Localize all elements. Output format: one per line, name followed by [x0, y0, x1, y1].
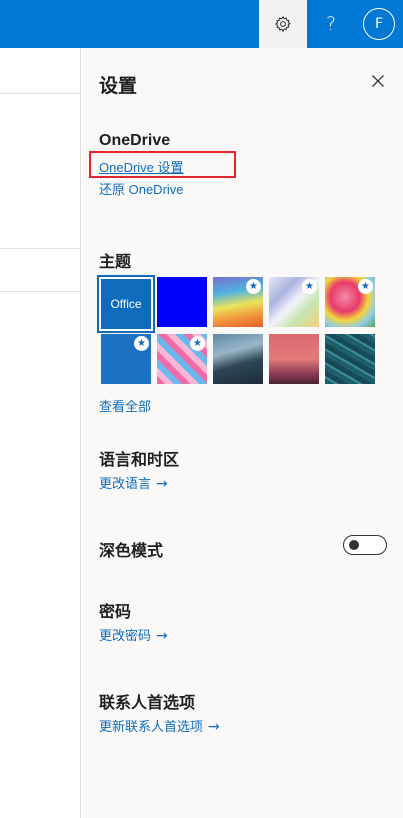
list-divider: [0, 93, 81, 94]
restore-onedrive-link[interactable]: 还原 OneDrive: [99, 179, 184, 198]
update-contacts-link[interactable]: 更新联系人首选项 →: [99, 716, 220, 735]
panel-title: 设置: [99, 76, 138, 97]
change-language-link[interactable]: 更改语言 →: [99, 473, 168, 492]
theme-section-title: 主题: [99, 254, 132, 271]
theme-pastel[interactable]: ★: [269, 277, 319, 327]
contacts-section-title: 联系人首选项: [99, 695, 196, 712]
change-language-label: 更改语言: [99, 476, 152, 491]
avatar: F: [363, 8, 395, 40]
update-contacts-label: 更新联系人首选项: [99, 719, 204, 734]
avatar-initial: F: [374, 16, 384, 32]
theme-mountain[interactable]: [213, 334, 263, 384]
help-button[interactable]: ?: [307, 0, 355, 48]
theme-grid: Office ★ ★ ★ ★ ★: [97, 275, 379, 387]
arrow-right-icon: →: [208, 719, 220, 735]
close-button[interactable]: [366, 69, 390, 93]
mail-list-pane: [0, 48, 81, 818]
close-icon: [372, 75, 384, 87]
settings-button[interactable]: [259, 0, 307, 48]
account-button[interactable]: F: [355, 0, 403, 48]
toggle-knob: [349, 540, 359, 550]
theme-circuit[interactable]: [325, 334, 375, 384]
star-icon: ★: [302, 279, 317, 294]
theme-office-label: Office: [110, 297, 142, 311]
star-icon: ★: [246, 279, 261, 294]
theme-office[interactable]: Office: [97, 275, 155, 333]
arrow-right-icon: →: [156, 628, 168, 644]
theme-unicorn[interactable]: ★: [325, 277, 375, 327]
dark-mode-section-title: 深色模式: [99, 543, 164, 560]
theme-blue[interactable]: [157, 277, 207, 327]
theme-palm-sunset[interactable]: [269, 334, 319, 384]
star-icon: ★: [134, 336, 149, 351]
language-section-title: 语言和时区: [99, 452, 180, 469]
onedrive-section-title: OneDrive: [99, 132, 171, 149]
theme-rainbow[interactable]: ★: [213, 277, 263, 327]
change-password-label: 更改密码: [99, 628, 152, 643]
star-icon: ★: [358, 279, 373, 294]
view-all-themes-link[interactable]: 查看全部: [99, 396, 151, 415]
password-section-title: 密码: [99, 604, 132, 621]
theme-colorful-circuit[interactable]: ★: [157, 334, 207, 384]
theme-blueprint[interactable]: ★: [101, 334, 151, 384]
gear-icon: [274, 15, 291, 33]
settings-panel: 设置 OneDrive OneDrive 设置 还原 OneDrive 主题 O…: [82, 48, 403, 818]
star-icon: ★: [190, 336, 205, 351]
top-bar: ? F: [0, 0, 403, 48]
list-divider: [0, 291, 81, 292]
onedrive-settings-link[interactable]: OneDrive 设置: [99, 157, 184, 176]
dark-mode-toggle[interactable]: [343, 535, 387, 555]
arrow-right-icon: →: [156, 476, 168, 492]
help-icon: ?: [325, 13, 337, 35]
change-password-link[interactable]: 更改密码 →: [99, 625, 168, 644]
list-divider: [0, 248, 81, 249]
